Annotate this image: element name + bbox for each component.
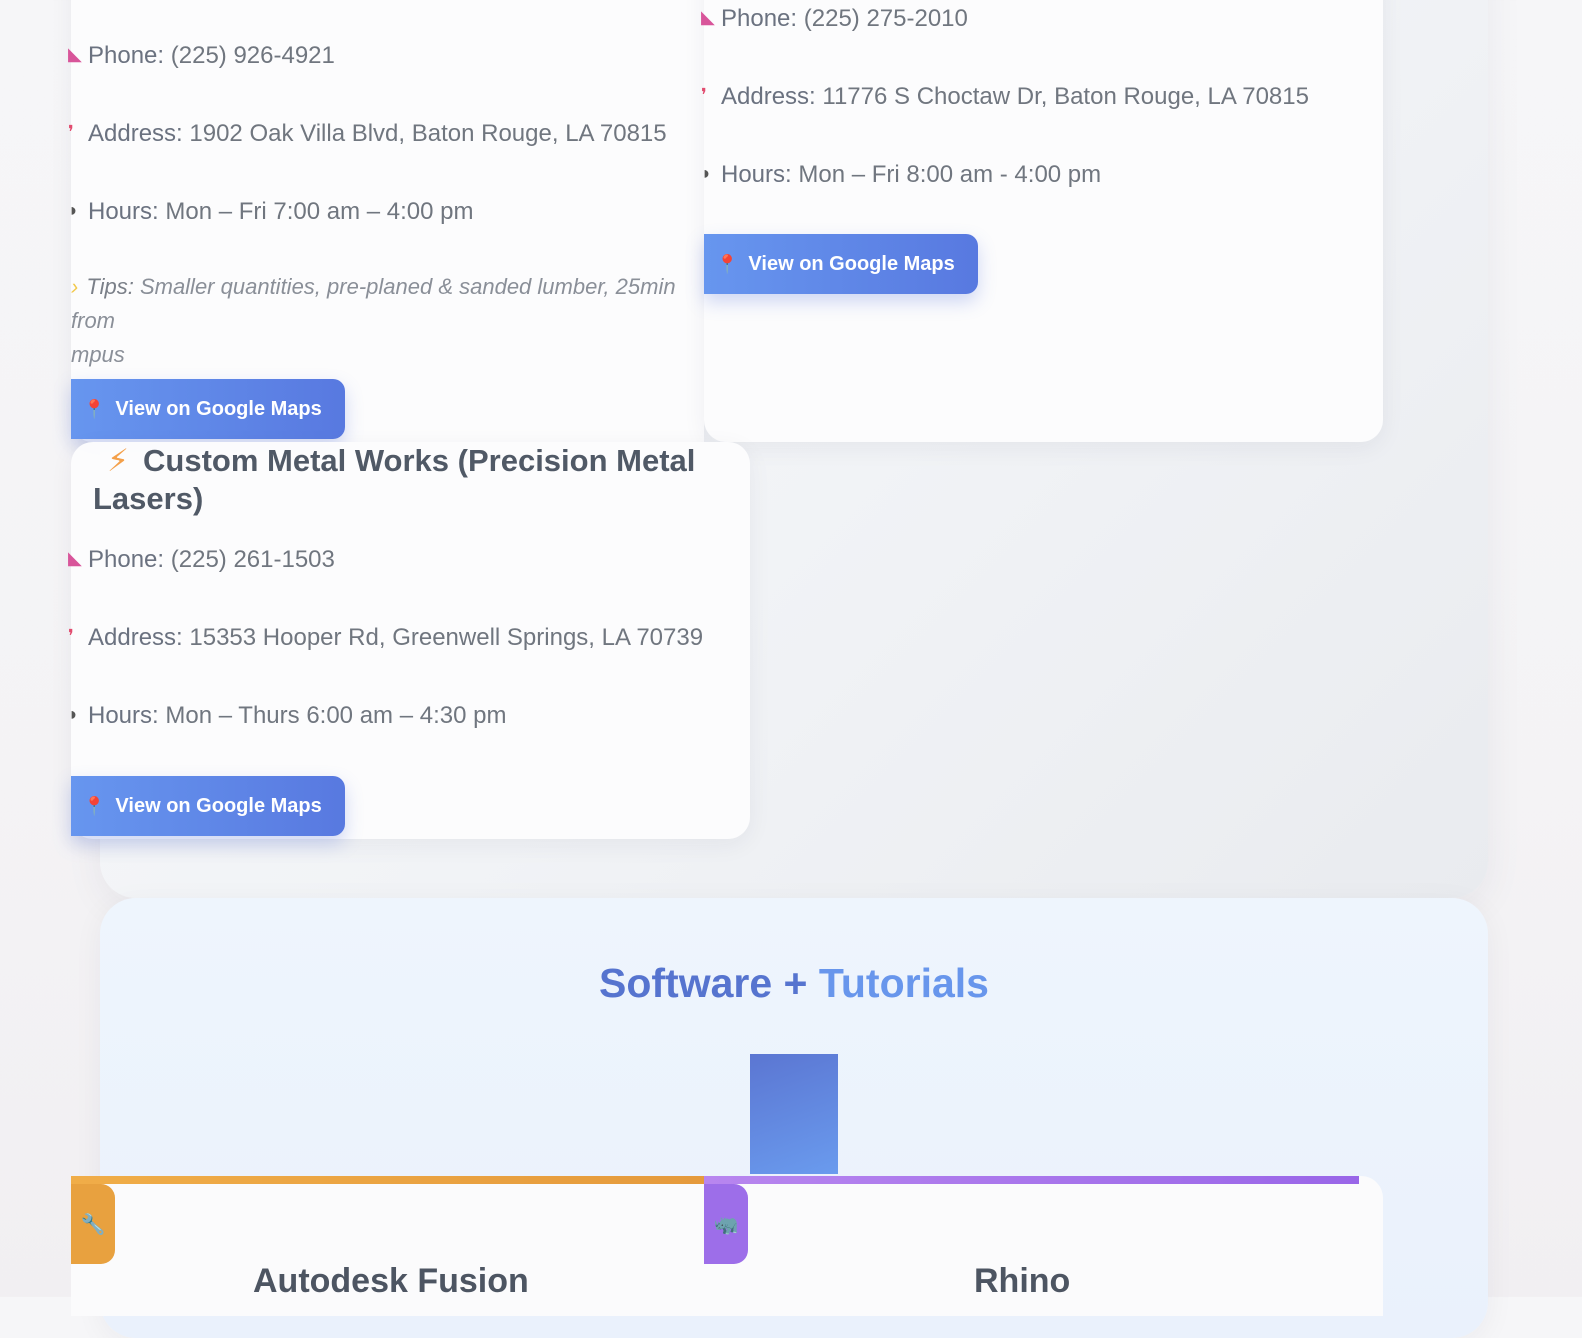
section-title: Software + Tutorials	[599, 960, 989, 1006]
location-card: ⚡ Custom Metal Works (Precision Metal Las…	[68, 442, 750, 839]
map-pin-icon: 📍	[716, 253, 739, 274]
phone-number: (225) 275-2010	[803, 5, 968, 32]
card-accent-bar	[704, 1176, 1359, 1184]
pin-icon: ❜	[701, 85, 707, 105]
wrench-icon: 🔧	[71, 1184, 115, 1264]
software-name: Autodesk Fusion	[253, 1262, 529, 1300]
rhino-icon: 🦏	[704, 1184, 748, 1264]
phone-icon: ◣	[68, 44, 82, 64]
hours-row: ◗ Hours: Mon – Thurs 6:00 am – 4:30 pm	[68, 702, 507, 729]
title-accent-divider	[750, 1054, 838, 1174]
address-row: ❜ Address: 15353 Hooper Rd, Greenwell Sp…	[68, 624, 704, 651]
card-accent-bar	[71, 1176, 705, 1184]
address-text: 1902 Oak Villa Blvd, Baton Rouge, LA 708…	[189, 120, 667, 147]
hours-text: Mon – Fri 7:00 am – 4:00 pm	[165, 198, 474, 225]
phone-row: ◣ Phone: (225) 275-2010	[701, 5, 968, 32]
tips-note: › Tips: Smaller quantities, pre-planed & …	[71, 274, 676, 367]
hours-text: Mon – Fri 8:00 am - 4:00 pm	[798, 161, 1102, 188]
lightbulb-icon: ›	[71, 274, 79, 299]
google-maps-button[interactable]: 📍 View on Google Maps	[71, 379, 345, 439]
hours-row: ◗ Hours: Mon – Fri 7:00 am – 4:00 pm	[68, 198, 474, 225]
pin-icon: ❜	[68, 122, 74, 142]
address-row: ❜ Address: 11776 S Choctaw Dr, Baton Rou…	[701, 83, 1309, 110]
address-row: ❜ Address: 1902 Oak Villa Blvd, Baton Ro…	[68, 120, 667, 147]
software-card-rhino[interactable]: 🦏 Rhino	[704, 1176, 1383, 1316]
hours-row: ◗ Hours: Mon – Fri 8:00 am - 4:00 pm	[701, 161, 1102, 188]
pin-icon: ❜	[68, 626, 74, 646]
clock-icon: ◗	[701, 163, 712, 183]
phone-icon: ◣	[701, 7, 715, 27]
location-card: ◣ Phone: (225) 275-2010 ❜ Address: 11776…	[701, 0, 1383, 442]
location-card: ◣ Phone: (225) 926-4921 ❜ Address: 1902 …	[68, 0, 704, 442]
google-maps-button[interactable]: 📍 View on Google Maps	[71, 776, 345, 836]
map-pin-icon: 📍	[83, 795, 106, 816]
software-name: Rhino	[974, 1262, 1071, 1300]
address-text: 11776 S Choctaw Dr, Baton Rouge, LA 7081…	[822, 83, 1309, 110]
clock-icon: ◗	[68, 704, 79, 724]
address-text: 15353 Hooper Rd, Greenwell Springs, LA 7…	[189, 624, 704, 651]
clock-icon: ◗	[68, 200, 79, 220]
phone-number: (225) 261-1503	[170, 546, 335, 573]
software-card-fusion[interactable]: 🔧 Autodesk Fusion	[71, 1176, 705, 1316]
google-maps-button[interactable]: 📍 View on Google Maps	[704, 234, 978, 294]
location-title: ⚡ Custom Metal Works (Precision Metal Las…	[93, 443, 696, 516]
map-pin-icon: 📍	[83, 398, 106, 419]
phone-row: ◣ Phone: (225) 261-1503	[68, 546, 335, 573]
phone-number: (225) 926-4921	[170, 42, 335, 69]
phone-icon: ◣	[68, 548, 82, 568]
phone-row: ◣ Phone: (225) 926-4921	[68, 42, 335, 69]
hours-text: Mon – Thurs 6:00 am – 4:30 pm	[165, 702, 507, 729]
lightning-bolt-icon: ⚡	[107, 443, 129, 478]
